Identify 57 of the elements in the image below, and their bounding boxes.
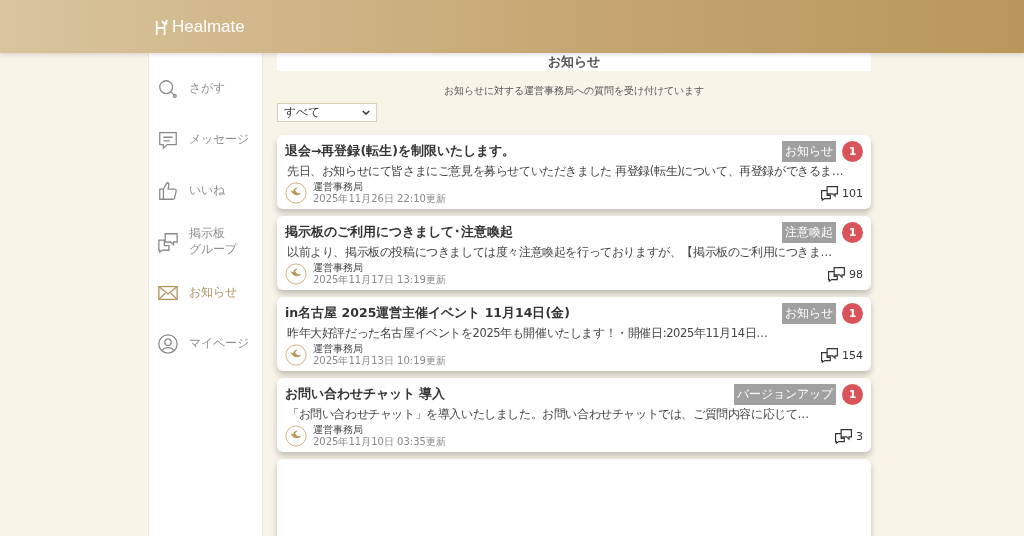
post-excerpt: 「お問い合わせチャット」を導入いたしました。お問い合わせチャットでは、ご質問内容に応じて… xyxy=(287,407,810,422)
avatar-icon xyxy=(285,182,307,204)
comments-icon xyxy=(820,185,839,201)
post-title: お問い合わせチャット 導入 xyxy=(285,385,447,403)
post-excerpt: 昨年大好評だった名古屋イベントを2025年も開催いたします！・開催日:2025年11月14日… xyxy=(287,326,769,341)
nav-item[interactable]: さがす xyxy=(149,63,262,114)
unread-badge: 1 xyxy=(842,221,863,243)
post-title: 掲示板のご利用につきまして･注意喚起 xyxy=(285,223,514,241)
updated-date: 2025年11月13日 10:19更新 xyxy=(313,355,447,367)
author-name: 運営事務局 xyxy=(313,424,364,436)
post-card[interactable] xyxy=(277,459,871,536)
unread-badge: 1 xyxy=(842,383,863,405)
post-card[interactable]: お問い合わせチャット 導入 バージョンアップ 1 「お問い合わせチャット」を導入いたしました。お問い合わせチャットでは、ご質問内容に応じて… 運営事務局 2025年11月10日 03:35更新 3 xyxy=(277,378,871,452)
logo-text: Healmate xyxy=(172,16,245,37)
category-tag: バージョンアップ xyxy=(734,383,836,405)
logo-icon xyxy=(155,17,169,36)
search-icon xyxy=(157,77,179,100)
category-tag: 注意喚起 xyxy=(782,221,836,243)
updated-date: 2025年11月17日 13:19更新 xyxy=(313,274,447,286)
post-excerpt: 以前より、掲示板の投稿につきましては度々注意喚起を行っておりますが、【掲示板のご利用につきま… xyxy=(287,245,833,260)
unread-badge: 1 xyxy=(842,302,863,324)
comment-count: 3 xyxy=(856,429,863,443)
author-name: 運営事務局 xyxy=(313,343,364,355)
unread-badge: 1 xyxy=(842,140,863,162)
nav-item[interactable]: マイページ xyxy=(149,318,262,369)
nav-item[interactable]: メッセージ xyxy=(149,114,262,165)
post-card[interactable]: 掲示板のご利用につきまして･注意喚起 注意喚起 1 以前より、掲示板の投稿につきましては度々注意喚起を行っておりますが、【掲示板のご利用につきま… 運営事務局 2025年11月17日 13:19更新 98 xyxy=(277,216,871,290)
updated-date: 2025年11月26日 22:10更新 xyxy=(313,193,447,205)
thumbs-up-icon xyxy=(157,179,179,202)
updated-date: 2025年11月10日 03:35更新 xyxy=(313,436,447,448)
comment-count: 154 xyxy=(842,348,863,362)
post-card[interactable]: 退会→再登録(転生)を制限いたします。 お知らせ 1 先日、お知らせにて皆さまにご意見を募らせていただきました 再登録(転生)について、再登録ができるま… 運営事務局 2025年11月26日 22:10更新 101 xyxy=(277,135,871,209)
avatar-icon xyxy=(285,344,307,366)
filter-dropdown[interactable]: すべて xyxy=(277,103,377,122)
nav-item[interactable]: いいね xyxy=(149,165,262,216)
comments-icon xyxy=(827,266,846,282)
page-title: お知らせ xyxy=(277,53,871,71)
post-title: 退会→再登録(転生)を制限いたします。 xyxy=(285,142,516,160)
avatar-icon xyxy=(285,425,307,447)
avatar-icon xyxy=(285,263,307,285)
post-card[interactable]: in名古屋 2025運営主催イベント 11月14日(金) お知らせ 1 昨年大好評だった名古屋イベントを2025年も開催いたします！・開催日:2025年11月14日… 運営事務局 2025年11月13日 10:19更新 154 xyxy=(277,297,871,371)
post-excerpt: 先日、お知らせにて皆さまにご意見を募らせていただきました 再登録(転生)について、再登録ができるま… xyxy=(287,164,845,179)
post-title: in名古屋 2025運営主催イベント 11月14日(金) xyxy=(285,304,571,322)
author-name: 運営事務局 xyxy=(313,262,364,274)
category-tag: お知らせ xyxy=(782,140,836,162)
chat-bubbles-icon xyxy=(157,230,179,253)
author-name: 運営事務局 xyxy=(313,181,364,193)
user-icon xyxy=(157,332,179,355)
notice-text: お知らせに対する運営事務局への質問を受け付けています xyxy=(443,84,705,98)
nav-item[interactable]: 掲示板 グループ xyxy=(149,216,262,267)
category-tag: お知らせ xyxy=(782,302,836,324)
nav-item[interactable]: お知らせ xyxy=(149,267,262,318)
comments-icon xyxy=(834,428,853,444)
chevron-down-icon xyxy=(362,110,370,115)
comment-count: 98 xyxy=(849,267,863,281)
comments-icon xyxy=(820,347,839,363)
comment-count: 101 xyxy=(842,186,863,200)
